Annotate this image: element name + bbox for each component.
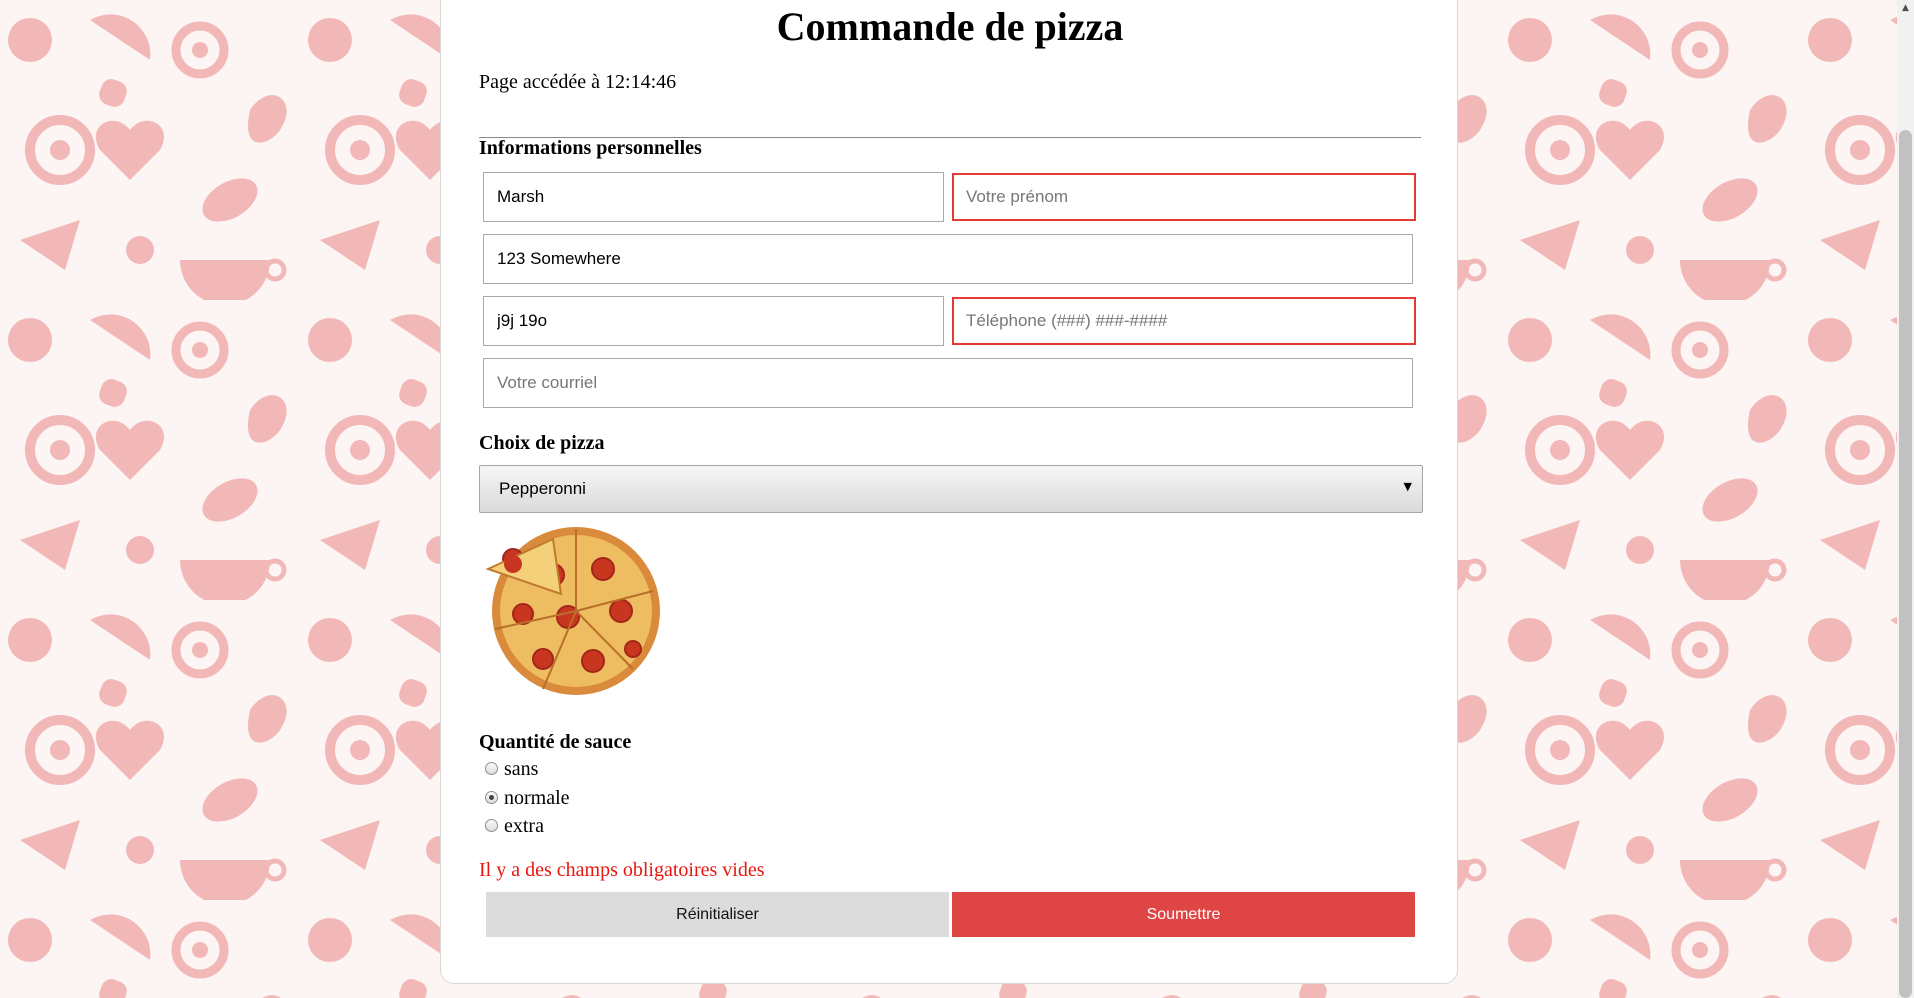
postal-code-input[interactable] [483, 296, 944, 346]
radio-normale[interactable] [485, 791, 498, 804]
submit-button[interactable]: Soumettre [952, 892, 1415, 937]
phone-input[interactable] [952, 297, 1416, 345]
pizza-image [485, 527, 660, 695]
address-input[interactable] [483, 234, 1413, 284]
page-title: Commande de pizza [776, 4, 1124, 49]
scroll-up-arrow-icon[interactable]: ▲ [1897, 0, 1914, 17]
first-name-input[interactable] [952, 173, 1416, 221]
radio-extra[interactable] [485, 819, 498, 832]
pizza-select-value: Pepperonni [499, 479, 586, 498]
email-input[interactable] [483, 358, 1413, 408]
chevron-down-icon: ▼ [1403, 480, 1412, 493]
last-name-input[interactable] [483, 172, 944, 222]
scrollbar-thumb[interactable] [1899, 130, 1912, 998]
page-scrollbar[interactable]: ▲ [1897, 0, 1914, 998]
pizza-select[interactable]: Pepperonni ▼ [479, 465, 1423, 513]
radio-label: normale [504, 787, 570, 809]
sauce-heading: Quantité de sauce [479, 731, 632, 753]
order-form-card: Commande de pizza Page accédée à 12:14:4… [440, 0, 1458, 984]
radio-label: sans [504, 758, 539, 780]
access-time-text: Page accédée à 12:14:46 [479, 71, 677, 93]
radio-label: extra [504, 815, 544, 837]
radio-sans[interactable] [485, 762, 498, 775]
pizza-choice-heading: Choix de pizza [479, 432, 605, 454]
personal-info-heading: Informations personnelles [479, 137, 702, 159]
error-message: Il y a des champs obligatoires vides [479, 859, 765, 881]
reset-button[interactable]: Réinitialiser [486, 892, 949, 937]
